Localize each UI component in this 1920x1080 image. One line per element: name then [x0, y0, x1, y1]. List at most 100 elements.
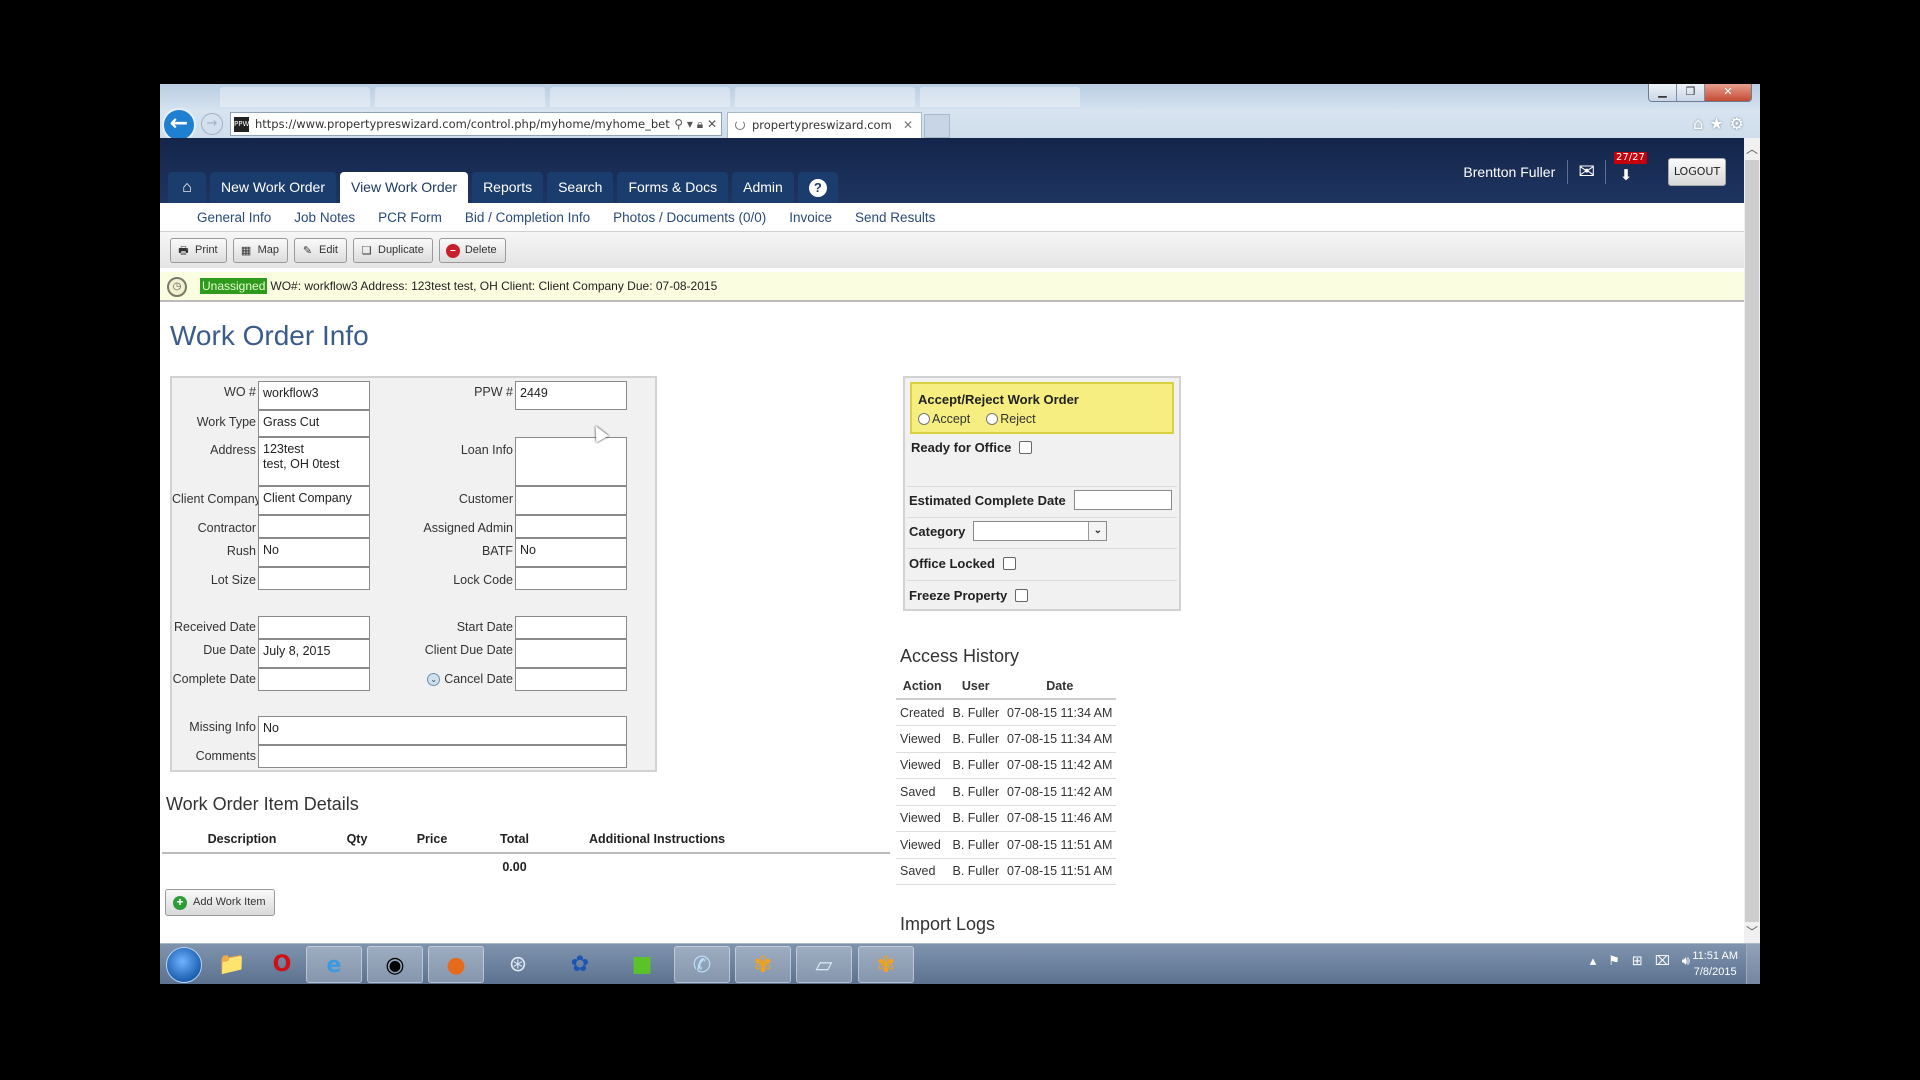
- add-work-item-button[interactable]: + Add Work Item: [165, 889, 275, 916]
- batf-field[interactable]: No: [515, 538, 627, 567]
- new-tab-button[interactable]: [924, 114, 950, 138]
- cancel-date-field[interactable]: [515, 668, 627, 691]
- scroll-thumb[interactable]: [1745, 160, 1759, 922]
- print-button[interactable]: 🖶 Print: [170, 238, 227, 263]
- show-desktop-button[interactable]: [1746, 944, 1760, 984]
- close-window-button[interactable]: ✕: [1705, 84, 1751, 101]
- internet-explorer-icon[interactable]: e: [306, 946, 362, 983]
- rush-field[interactable]: No: [258, 538, 370, 567]
- lock-code-field[interactable]: [515, 567, 627, 590]
- background-tab[interactable]: [550, 87, 730, 107]
- address-bar[interactable]: PPW https://www.propertypreswizard.com/c…: [230, 112, 722, 136]
- category-select[interactable]: ⌄: [973, 521, 1108, 541]
- search-icon[interactable]: ⚲: [674, 117, 683, 131]
- lot-size-field[interactable]: [258, 567, 370, 590]
- complete-date-field[interactable]: [258, 668, 370, 691]
- scroll-down-icon[interactable]: ﹀: [1744, 923, 1760, 943]
- logout-button[interactable]: LOGOUT: [1668, 158, 1726, 186]
- tray-expand-icon[interactable]: ▴: [1590, 954, 1597, 969]
- received-date-field[interactable]: [258, 616, 370, 639]
- start-button[interactable]: [166, 947, 202, 983]
- page-scrollbar[interactable]: ︿ ﹀: [1744, 138, 1760, 943]
- back-button[interactable]: ←: [162, 108, 196, 142]
- work-type-field[interactable]: Grass Cut: [258, 410, 370, 437]
- active-browser-tab[interactable]: propertypreswizard.com ✕: [727, 112, 922, 138]
- subnav-invoice[interactable]: Invoice: [789, 203, 832, 231]
- forward-button[interactable]: →: [201, 113, 223, 135]
- notepad-icon[interactable]: ▱: [796, 946, 852, 983]
- duplicate-button[interactable]: ❏ Duplicate: [353, 238, 433, 263]
- nav-forms-docs[interactable]: Forms & Docs: [617, 172, 729, 203]
- loan-info-field[interactable]: [515, 437, 627, 486]
- flower-app-2-icon[interactable]: ✾: [858, 946, 914, 983]
- nav-search[interactable]: Search: [547, 172, 614, 203]
- nav-admin[interactable]: Admin: [732, 172, 794, 203]
- restore-button[interactable]: ❐: [1677, 84, 1705, 101]
- nav-help[interactable]: ?: [797, 172, 838, 203]
- safari-icon[interactable]: ⊛: [490, 946, 546, 983]
- background-tab[interactable]: [920, 87, 1080, 107]
- wo-number-field[interactable]: workflow3: [258, 381, 370, 410]
- firefox-icon[interactable]: ●: [428, 946, 484, 983]
- ready-for-office-checkbox[interactable]: [1019, 441, 1033, 454]
- chevron-down-icon[interactable]: ⌄: [1088, 522, 1107, 540]
- comments-field[interactable]: [258, 745, 627, 768]
- volume-icon[interactable]: 🔊︎: [1682, 954, 1690, 969]
- taskbar-clock[interactable]: 11:51 AM 7/8/2015: [1692, 948, 1738, 980]
- gear-icon[interactable]: ⚙: [1730, 114, 1750, 133]
- reject-option[interactable]: Reject: [986, 412, 1036, 426]
- nav-reports[interactable]: Reports: [472, 172, 544, 203]
- favorites-star-icon[interactable]: ★: [1709, 114, 1729, 133]
- reject-radio[interactable]: [986, 413, 999, 425]
- subnav-general-info[interactable]: General Info: [197, 203, 271, 231]
- nav-view-work-order[interactable]: View Work Order: [339, 172, 469, 203]
- nav-new-work-order[interactable]: New Work Order: [210, 172, 336, 203]
- contractor-field[interactable]: [258, 515, 370, 538]
- phone-app-icon[interactable]: ✆: [674, 946, 730, 983]
- subnav-photos-documents[interactable]: Photos / Documents (0/0): [613, 203, 766, 231]
- background-tab[interactable]: [375, 87, 545, 107]
- network-icon[interactable]: ⌧: [1655, 954, 1670, 969]
- mail-icon[interactable]: ✉: [1568, 160, 1606, 184]
- start-date-field[interactable]: [515, 616, 627, 639]
- client-company-field[interactable]: Client Company: [258, 486, 370, 515]
- dropdown-icon[interactable]: ▾: [687, 117, 693, 131]
- scroll-up-icon[interactable]: ︿: [1744, 140, 1760, 160]
- stop-icon[interactable]: ✕: [707, 117, 717, 131]
- accept-radio[interactable]: [918, 413, 930, 425]
- estimated-complete-date-input[interactable]: [1073, 490, 1172, 510]
- file-explorer-icon[interactable]: 📁: [204, 946, 260, 983]
- subnav-bid-completion[interactable]: Bid / Completion Info: [465, 203, 590, 231]
- freeze-property-checkbox[interactable]: [1015, 589, 1029, 602]
- delete-button[interactable]: – Delete: [438, 238, 506, 263]
- background-tab[interactable]: [220, 87, 370, 107]
- subnav-job-notes[interactable]: Job Notes: [294, 203, 355, 231]
- chrome-icon[interactable]: ◉: [367, 946, 423, 983]
- action-center-flag-icon[interactable]: ⚑: [1608, 954, 1620, 969]
- close-tab-icon[interactable]: ✕: [903, 113, 913, 137]
- flower-app-icon[interactable]: ✾: [735, 946, 791, 983]
- expand-chevron-icon[interactable]: ⌄: [427, 673, 441, 687]
- windows-icon[interactable]: ⊞: [1632, 954, 1643, 969]
- missing-info-field[interactable]: No: [258, 716, 627, 745]
- client-due-date-field[interactable]: [515, 639, 627, 668]
- accept-option[interactable]: Accept: [918, 412, 970, 426]
- due-date-field[interactable]: July 8, 2015: [258, 639, 370, 668]
- background-tab[interactable]: [735, 87, 915, 107]
- edit-button[interactable]: ✎ Edit: [294, 238, 347, 263]
- lock-icon[interactable]: 🔒︎: [697, 117, 703, 131]
- map-button[interactable]: ▦ Map: [232, 238, 289, 263]
- green-app-icon[interactable]: ■: [614, 946, 670, 983]
- subnav-send-results[interactable]: Send Results: [855, 203, 935, 231]
- settings-app-icon[interactable]: ✿: [552, 946, 608, 983]
- inbox-button[interactable]: 27/27 ⬇: [1606, 152, 1647, 184]
- nav-home[interactable]: ⌂: [168, 172, 206, 203]
- customer-field[interactable]: [515, 486, 627, 515]
- home-icon[interactable]: ⌂: [1693, 114, 1709, 133]
- assigned-admin-field[interactable]: [515, 515, 627, 538]
- office-locked-checkbox[interactable]: [1002, 557, 1016, 570]
- ppw-number-field[interactable]: 2449: [515, 381, 627, 410]
- opera-icon[interactable]: O: [254, 946, 310, 983]
- minimize-button[interactable]: ▁: [1649, 84, 1677, 101]
- subnav-pcr-form[interactable]: PCR Form: [378, 203, 442, 231]
